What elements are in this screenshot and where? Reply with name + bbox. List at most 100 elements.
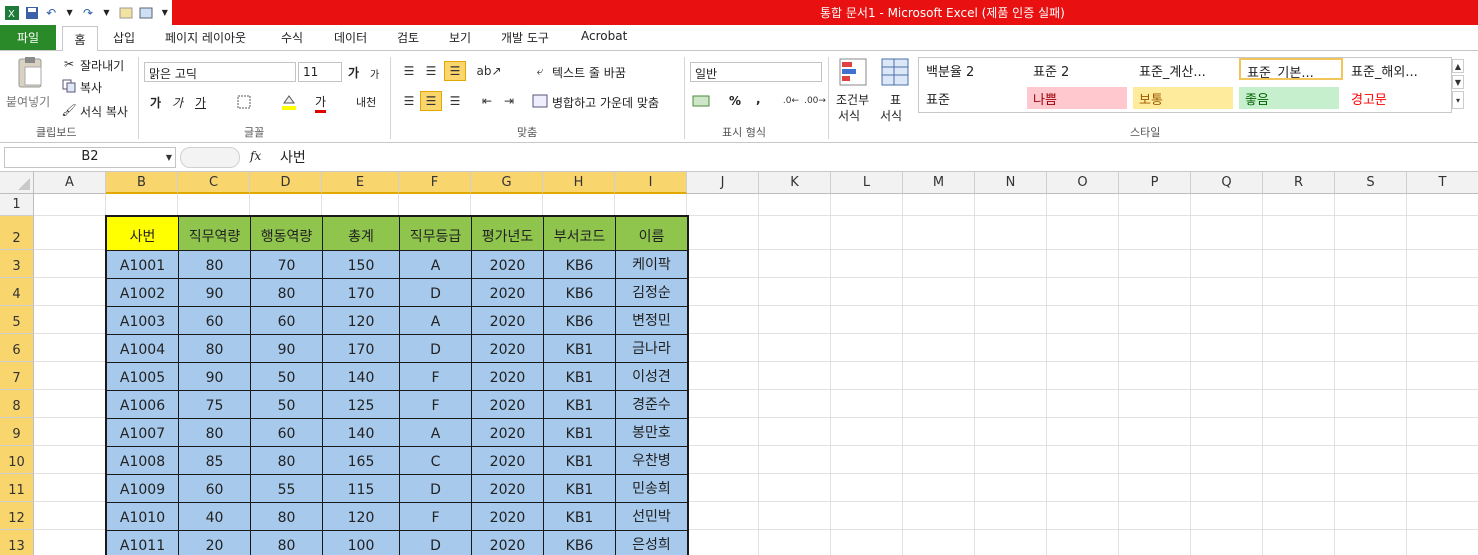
select-all-corner[interactable] — [0, 172, 34, 194]
column-header-i[interactable]: I — [615, 172, 687, 194]
column-header-c[interactable]: C — [178, 172, 250, 194]
style-normal-2[interactable]: 표준 2 — [1027, 59, 1127, 81]
table-cell[interactable]: KB6 — [544, 251, 616, 279]
table-cell[interactable]: 봉만호 — [616, 419, 688, 447]
style-normal-basic[interactable]: 표준_기본... — [1239, 58, 1343, 80]
table-cell[interactable]: KB6 — [544, 531, 616, 555]
table-header-cell[interactable]: 직무역량 — [179, 217, 251, 251]
spelling-icon[interactable] — [118, 5, 134, 21]
table-cell[interactable]: 50 — [251, 363, 323, 391]
borders-icon[interactable] — [236, 94, 252, 110]
style-bad[interactable]: 나쁨 — [1027, 87, 1127, 109]
table-cell[interactable]: KB6 — [544, 307, 616, 335]
table-cell[interactable]: 경준수 — [616, 391, 688, 419]
table-cell[interactable]: 민송희 — [616, 475, 688, 503]
table-cell[interactable]: D — [400, 279, 472, 307]
table-cell[interactable]: 2020 — [472, 391, 544, 419]
format-as-table-icon[interactable] — [880, 57, 910, 87]
table-cell[interactable]: 2020 — [472, 279, 544, 307]
column-header-r[interactable]: R — [1263, 172, 1335, 194]
table-cell[interactable]: A — [400, 307, 472, 335]
table-cell[interactable]: A1003 — [107, 307, 179, 335]
table-cell[interactable]: A1004 — [107, 335, 179, 363]
row-header-6[interactable]: 6 — [0, 334, 34, 362]
tab-acrobat[interactable]: Acrobat — [581, 29, 627, 43]
save-icon[interactable] — [24, 5, 40, 21]
table-cell[interactable]: 90 — [179, 279, 251, 307]
style-warning[interactable]: 경고문 — [1345, 87, 1445, 109]
table-cell[interactable]: D — [400, 335, 472, 363]
table-cell[interactable]: 2020 — [472, 419, 544, 447]
table-cell[interactable]: 125 — [323, 391, 400, 419]
row-header-9[interactable]: 9 — [0, 418, 34, 446]
redo-icon[interactable]: ↷ — [81, 5, 95, 21]
italic-button[interactable]: 가 — [172, 94, 183, 111]
align-bottom-icon[interactable]: ☰ — [444, 61, 466, 81]
formula-input[interactable]: 사번 — [280, 147, 306, 167]
merge-center-button[interactable]: 병합하고 가운데 맞춤 — [552, 94, 659, 111]
table-cell[interactable]: D — [400, 531, 472, 555]
style-normal-foreign[interactable]: 표준_해외... — [1345, 59, 1445, 81]
wrap-text-button[interactable]: 텍스트 줄 바꿈 — [552, 64, 626, 81]
table-cell[interactable]: 165 — [323, 447, 400, 475]
table-cell[interactable]: 40 — [179, 503, 251, 531]
table-cell[interactable]: A1008 — [107, 447, 179, 475]
style-neutral[interactable]: 보통 — [1133, 87, 1233, 109]
table-cell[interactable]: A1002 — [107, 279, 179, 307]
column-header-f[interactable]: F — [399, 172, 471, 194]
table-cell[interactable]: 2020 — [472, 251, 544, 279]
align-center-icon[interactable]: ☰ — [420, 91, 442, 111]
tab-home[interactable]: 홈 — [62, 26, 98, 52]
table-cell[interactable]: KB6 — [544, 279, 616, 307]
format-painter-icon[interactable]: 🖌 — [61, 103, 76, 117]
column-header-b[interactable]: B — [106, 172, 178, 194]
column-header-a[interactable]: A — [34, 172, 106, 194]
table-cell[interactable]: KB1 — [544, 391, 616, 419]
row-header-3[interactable]: 3 — [0, 250, 34, 278]
table-header-cell[interactable]: 평가년도 — [472, 217, 544, 251]
number-format-select[interactable]: 일반 — [690, 62, 822, 82]
table-cell[interactable]: F — [400, 391, 472, 419]
table-cell[interactable]: 60 — [179, 475, 251, 503]
align-right-icon[interactable]: ☰ — [446, 93, 464, 109]
column-header-t[interactable]: T — [1407, 172, 1478, 194]
table-cell[interactable]: 케이팍 — [616, 251, 688, 279]
table-cell[interactable]: 2020 — [472, 363, 544, 391]
customize-qat-icon[interactable]: ▼ — [158, 5, 172, 21]
conditional-format-line1[interactable]: 조건부 — [836, 91, 869, 108]
table-header-cell[interactable]: 사번 — [107, 217, 179, 251]
column-header-n[interactable]: N — [975, 172, 1047, 194]
table-cell[interactable]: 우찬병 — [616, 447, 688, 475]
tab-insert[interactable]: 삽입 — [113, 29, 135, 46]
column-header-k[interactable]: K — [759, 172, 831, 194]
insert-function-button[interactable]: fx — [250, 149, 261, 163]
row-header-2[interactable]: 2 — [0, 216, 34, 250]
name-box-dropdown-icon[interactable]: ▼ — [164, 151, 174, 163]
table-cell[interactable]: KB1 — [544, 419, 616, 447]
table-cell[interactable]: KB1 — [544, 363, 616, 391]
format-as-table-line2[interactable]: 서식 — [880, 107, 902, 124]
conditional-format-icon[interactable] — [838, 57, 868, 87]
underline-button[interactable]: 가 — [195, 94, 206, 111]
shrink-font-button[interactable]: 가 — [370, 66, 379, 81]
decrease-decimal-icon[interactable]: .00→ — [804, 93, 826, 109]
table-cell[interactable]: 120 — [323, 503, 400, 531]
gallery-scroll-down-icon[interactable]: ▼ — [1452, 75, 1464, 89]
row-header-12[interactable]: 12 — [0, 502, 34, 530]
table-cell[interactable]: 이성견 — [616, 363, 688, 391]
table-header-cell[interactable]: 이름 — [616, 217, 688, 251]
table-cell[interactable]: 2020 — [472, 335, 544, 363]
font-color-button[interactable]: 가 — [315, 93, 327, 113]
orientation-icon[interactable]: ab↗ — [476, 63, 501, 79]
table-cell[interactable]: 80 — [251, 279, 323, 307]
table-cell[interactable]: 2020 — [472, 531, 544, 555]
table-cell[interactable]: 60 — [251, 307, 323, 335]
decrease-indent-icon[interactable]: ⇤ — [478, 93, 496, 109]
table-cell[interactable]: 변정민 — [616, 307, 688, 335]
column-header-s[interactable]: S — [1335, 172, 1407, 194]
table-cell[interactable]: 90 — [179, 363, 251, 391]
table-cell[interactable]: 2020 — [472, 475, 544, 503]
wrap-text-icon[interactable]: ⤶ — [532, 63, 548, 79]
table-cell[interactable]: A1011 — [107, 531, 179, 555]
name-box[interactable]: B2 — [4, 147, 176, 168]
